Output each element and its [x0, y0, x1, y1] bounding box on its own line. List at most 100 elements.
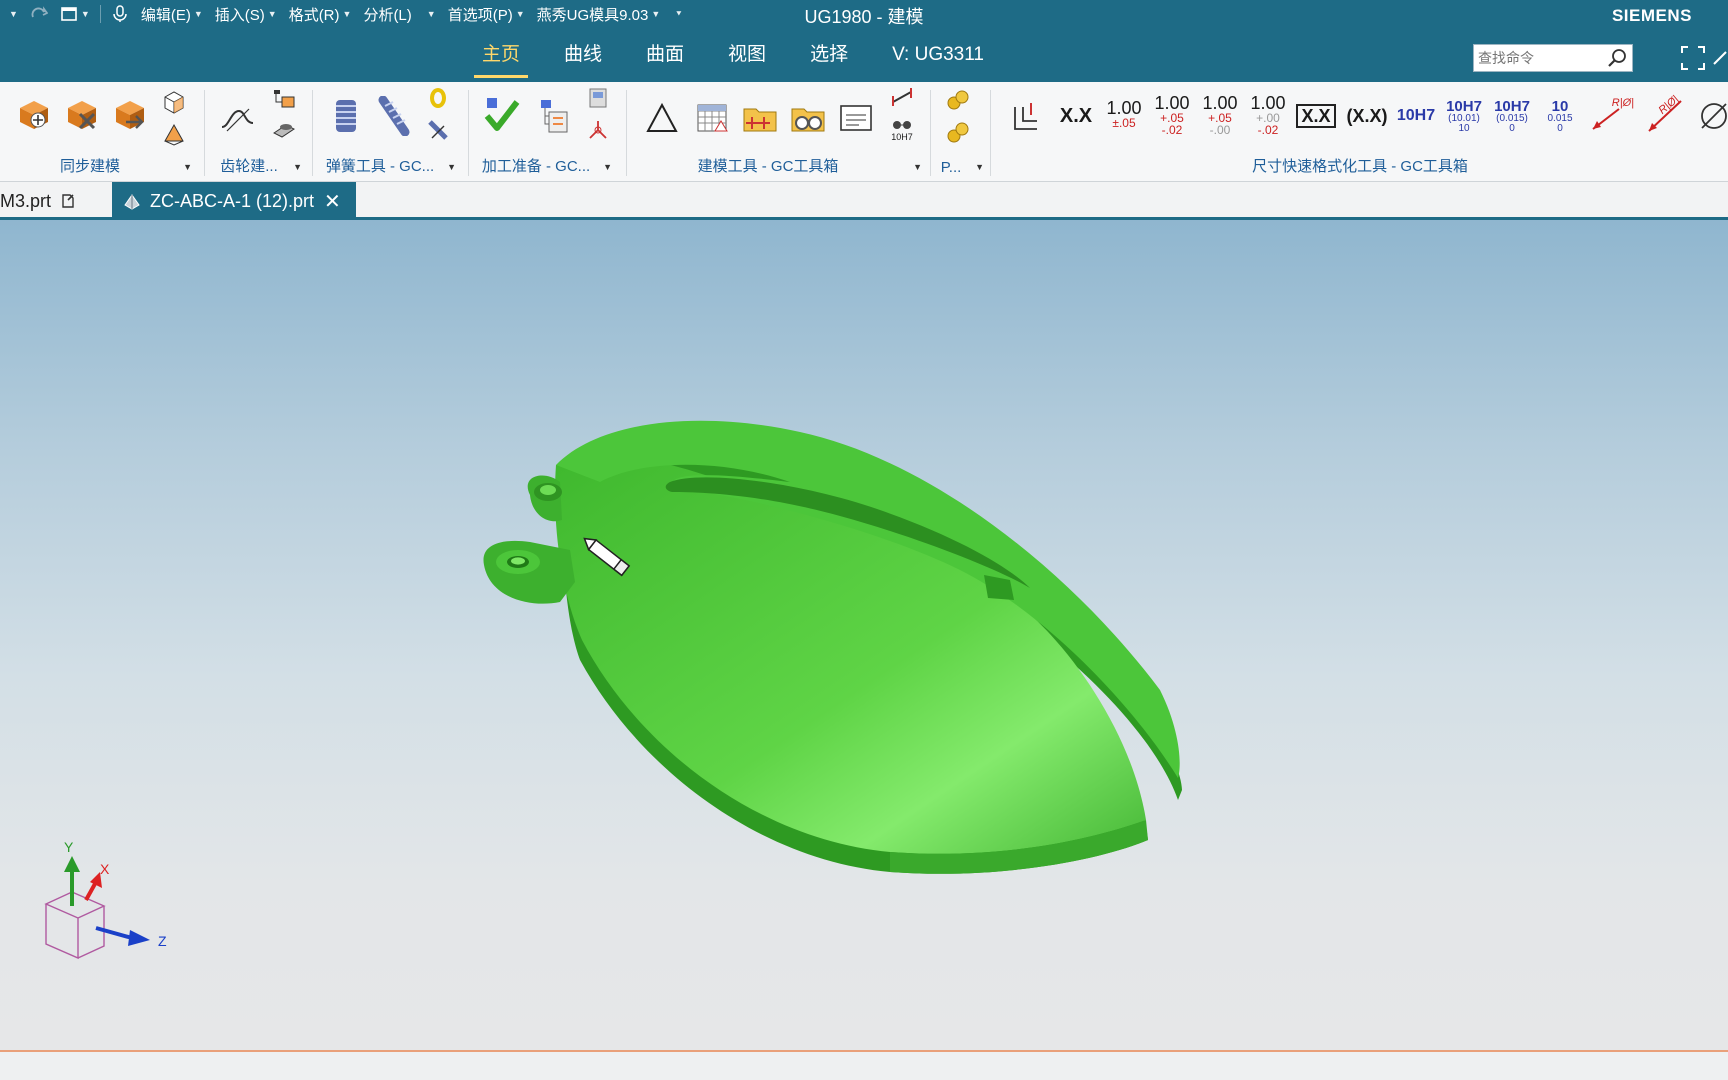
group-gear-dropdown[interactable]: ▼: [293, 162, 302, 172]
menu-arrow[interactable]: ▼: [418, 9, 442, 19]
menu-preferences[interactable]: 首选项(P) ▼: [442, 4, 531, 25]
dimension-step-button[interactable]: [1006, 96, 1046, 136]
compression-spring-button[interactable]: [326, 94, 366, 138]
fit4-lower: 0: [1557, 122, 1563, 134]
document-tab-active[interactable]: ZC-ABC-A-1 (12).prt ✕: [112, 182, 356, 220]
tab-version[interactable]: V: UG3311: [870, 28, 1006, 82]
group-spring-dropdown[interactable]: ▼: [447, 162, 456, 172]
format-fit-button[interactable]: 10H7: [1394, 96, 1438, 136]
spring-coil-icon: [430, 88, 446, 108]
radius-diameter-button-2[interactable]: R|Ø|: [1640, 92, 1690, 138]
customize-toolbar-icon[interactable]: ⯆: [666, 9, 688, 20]
menu-insert[interactable]: 插入(S) ▼: [209, 4, 283, 25]
menu-format[interactable]: 格式(R) ▼: [283, 4, 358, 25]
radius-diameter-button-1[interactable]: R|Ø|: [1586, 92, 1636, 138]
tab-curve[interactable]: 曲线: [542, 28, 624, 82]
format-tol-plus-button[interactable]: 1.00 +.05 -.00: [1198, 90, 1242, 140]
undo-dropdown-arrow[interactable]: ▼: [0, 9, 24, 19]
separator: [626, 90, 627, 176]
separator: [930, 90, 931, 176]
x-axis-arrow: [84, 881, 98, 901]
machining-small-2[interactable]: [584, 116, 612, 144]
diameter-button[interactable]: [1694, 94, 1728, 138]
command-search-box[interactable]: [1473, 44, 1633, 72]
command-search-input[interactable]: [1474, 45, 1602, 71]
folder-gear-button[interactable]: [788, 98, 828, 138]
fullscreen-icon[interactable]: [1679, 44, 1707, 72]
sheet-icon: [589, 88, 607, 108]
document-tab-m3[interactable]: M3.prt: [0, 182, 87, 220]
x-axis-label: X: [100, 861, 110, 877]
graphics-viewport[interactable]: Y X Z: [0, 220, 1728, 1050]
resize-face-button[interactable]: [160, 120, 188, 148]
menu-yanxiu-mold[interactable]: 燕秀UG模具9.03 ▼: [531, 4, 667, 25]
measure-distance-button[interactable]: [888, 84, 916, 110]
folder-add-button[interactable]: [740, 98, 780, 138]
tab-home[interactable]: 主页: [460, 28, 542, 82]
close-icon[interactable]: ✕: [324, 189, 341, 214]
tab-select[interactable]: 选择: [788, 28, 870, 82]
format-tol-minus-button[interactable]: 1.00 +.00 -.02: [1246, 90, 1290, 140]
triangle-button[interactable]: [642, 98, 682, 138]
table-icon: [697, 104, 728, 132]
tol-sym-text: ±.05: [1112, 116, 1136, 130]
fit3-lower: 0: [1509, 122, 1515, 134]
menu-analysis[interactable]: 分析(L): [357, 4, 417, 25]
gear-tool-small-1[interactable]: [270, 86, 298, 112]
check-feature-button[interactable]: [482, 94, 522, 138]
format-tol-sym-button[interactable]: 1.00 ±.05: [1102, 92, 1146, 136]
window-icon[interactable]: ▼: [54, 5, 96, 23]
group-modeling-tools-dropdown[interactable]: ▼: [913, 162, 922, 172]
group-sync-modeling-dropdown[interactable]: ▼: [183, 162, 192, 172]
extension-spring-button[interactable]: [374, 94, 414, 138]
fit4-value: 10: [1551, 97, 1569, 115]
tol3-lower: -.00: [1209, 123, 1231, 137]
group-machining-dropdown[interactable]: ▼: [603, 162, 612, 172]
machining-list-button[interactable]: [532, 94, 572, 138]
format-boxed-button[interactable]: X.X: [1294, 96, 1338, 136]
format-reference-button[interactable]: (X.X): [1342, 96, 1392, 136]
format-xx-button[interactable]: X.X: [1054, 96, 1098, 136]
delete-face-button[interactable]: [62, 94, 102, 134]
replace-face-icon: [116, 101, 144, 129]
ribbon-tab-bar: 主页 曲线 曲面 视图 选择 V: UG3311: [0, 28, 1728, 82]
fit-10h7-button[interactable]: 10H7: [886, 112, 918, 146]
replace-face-button[interactable]: [110, 94, 150, 134]
format-fit-tol-button[interactable]: 10H7 (0.015) 0: [1490, 90, 1534, 142]
coins-button-1[interactable]: [944, 86, 972, 114]
gear-tool-small-2[interactable]: [270, 116, 298, 142]
tab-surface[interactable]: 曲面: [624, 28, 706, 82]
title-bar: ▼ ▼ 编辑(E) ▼ 插入(S) ▼ 格式(R) ▼ 分析(L) ▼ 首选项(P) ▼…: [0, 0, 1728, 28]
microphone-icon[interactable]: [105, 5, 135, 23]
coins-button-2[interactable]: [944, 118, 972, 146]
gear-curve-icon: [221, 108, 254, 132]
tab-view[interactable]: 视图: [706, 28, 788, 82]
z-axis-label: Z: [158, 933, 167, 949]
format-fit-limits-button[interactable]: 10H7 (10.01) 10: [1442, 90, 1486, 142]
redo-icon[interactable]: [24, 5, 54, 23]
group-label-machining: 加工准备 - GC...: [481, 158, 591, 175]
spring-tool-small-2[interactable]: [424, 116, 452, 144]
dimension-step-icon: [1014, 103, 1037, 130]
compression-spring-icon: [336, 100, 356, 132]
separator: [99, 5, 101, 23]
collapse-ribbon-icon[interactable]: [1712, 44, 1728, 72]
move-face-button[interactable]: [14, 94, 54, 134]
gear-modeling-button[interactable]: [218, 100, 258, 140]
text-box-button[interactable]: [836, 98, 876, 138]
format-tol-plus-minus-button[interactable]: 1.00 +.05 -.02: [1150, 90, 1194, 140]
group-p-dropdown[interactable]: ▼: [975, 162, 984, 172]
separator: [204, 90, 205, 176]
document-tab-label: ZC-ABC-A-1 (12).prt: [150, 190, 315, 211]
menu-edit[interactable]: 编辑(E) ▼: [135, 4, 209, 25]
fit2-upper: (10.01): [1448, 112, 1480, 124]
offset-region-button[interactable]: [160, 88, 188, 116]
table-tool-button[interactable]: [692, 98, 732, 138]
format-value-tol-button[interactable]: 10 0.015 0: [1538, 90, 1582, 142]
folder-gear-icon: [791, 108, 825, 132]
spring-tool-small-1[interactable]: [424, 84, 452, 112]
search-icon[interactable]: [1606, 47, 1628, 69]
box-icon: [164, 91, 184, 114]
machining-small-1[interactable]: [584, 84, 612, 112]
coordinate-icon: [589, 121, 607, 139]
